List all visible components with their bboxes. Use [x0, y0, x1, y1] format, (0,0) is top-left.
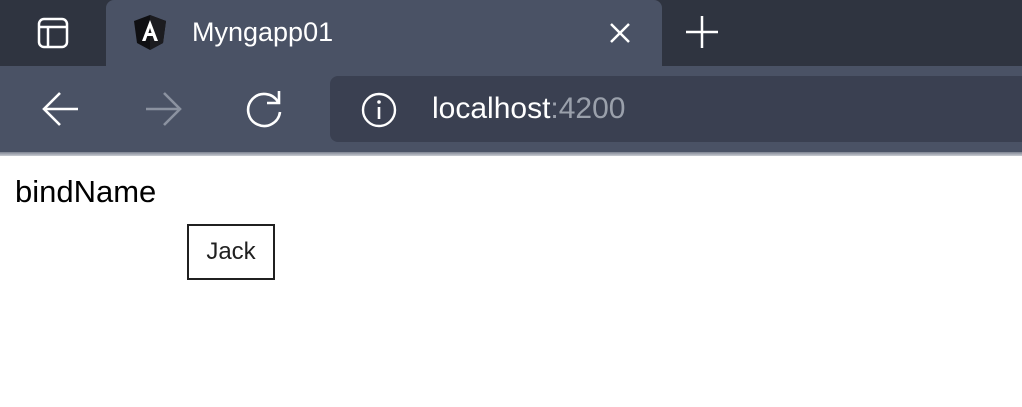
- info-icon[interactable]: [360, 91, 398, 129]
- close-icon[interactable]: [604, 17, 636, 49]
- tab-title: Myngapp01: [192, 17, 334, 47]
- url-text[interactable]: localhost:4200: [432, 88, 625, 130]
- navigation-toolbar: localhost:4200: [0, 66, 1022, 152]
- name-button[interactable]: Jack: [187, 224, 275, 280]
- address-bar[interactable]: localhost:4200: [330, 76, 1022, 142]
- back-arrow-icon[interactable]: [38, 86, 84, 132]
- page-content: bindName Jack: [0, 156, 1022, 407]
- tab-strip: Myngapp01: [0, 0, 1022, 66]
- url-port: :4200: [550, 92, 626, 125]
- tab-actions-button[interactable]: [0, 0, 106, 66]
- angular-logo-icon: [134, 15, 166, 50]
- reload-icon[interactable]: [242, 86, 288, 132]
- url-host: localhost: [432, 92, 551, 125]
- forward-arrow-icon[interactable]: [140, 86, 186, 132]
- new-tab-plus-icon[interactable]: [680, 10, 724, 54]
- tab-actions-icon: [37, 17, 69, 49]
- bind-name-label: bindName: [15, 174, 157, 209]
- tab-myngapp01[interactable]: Myngapp01: [106, 0, 662, 66]
